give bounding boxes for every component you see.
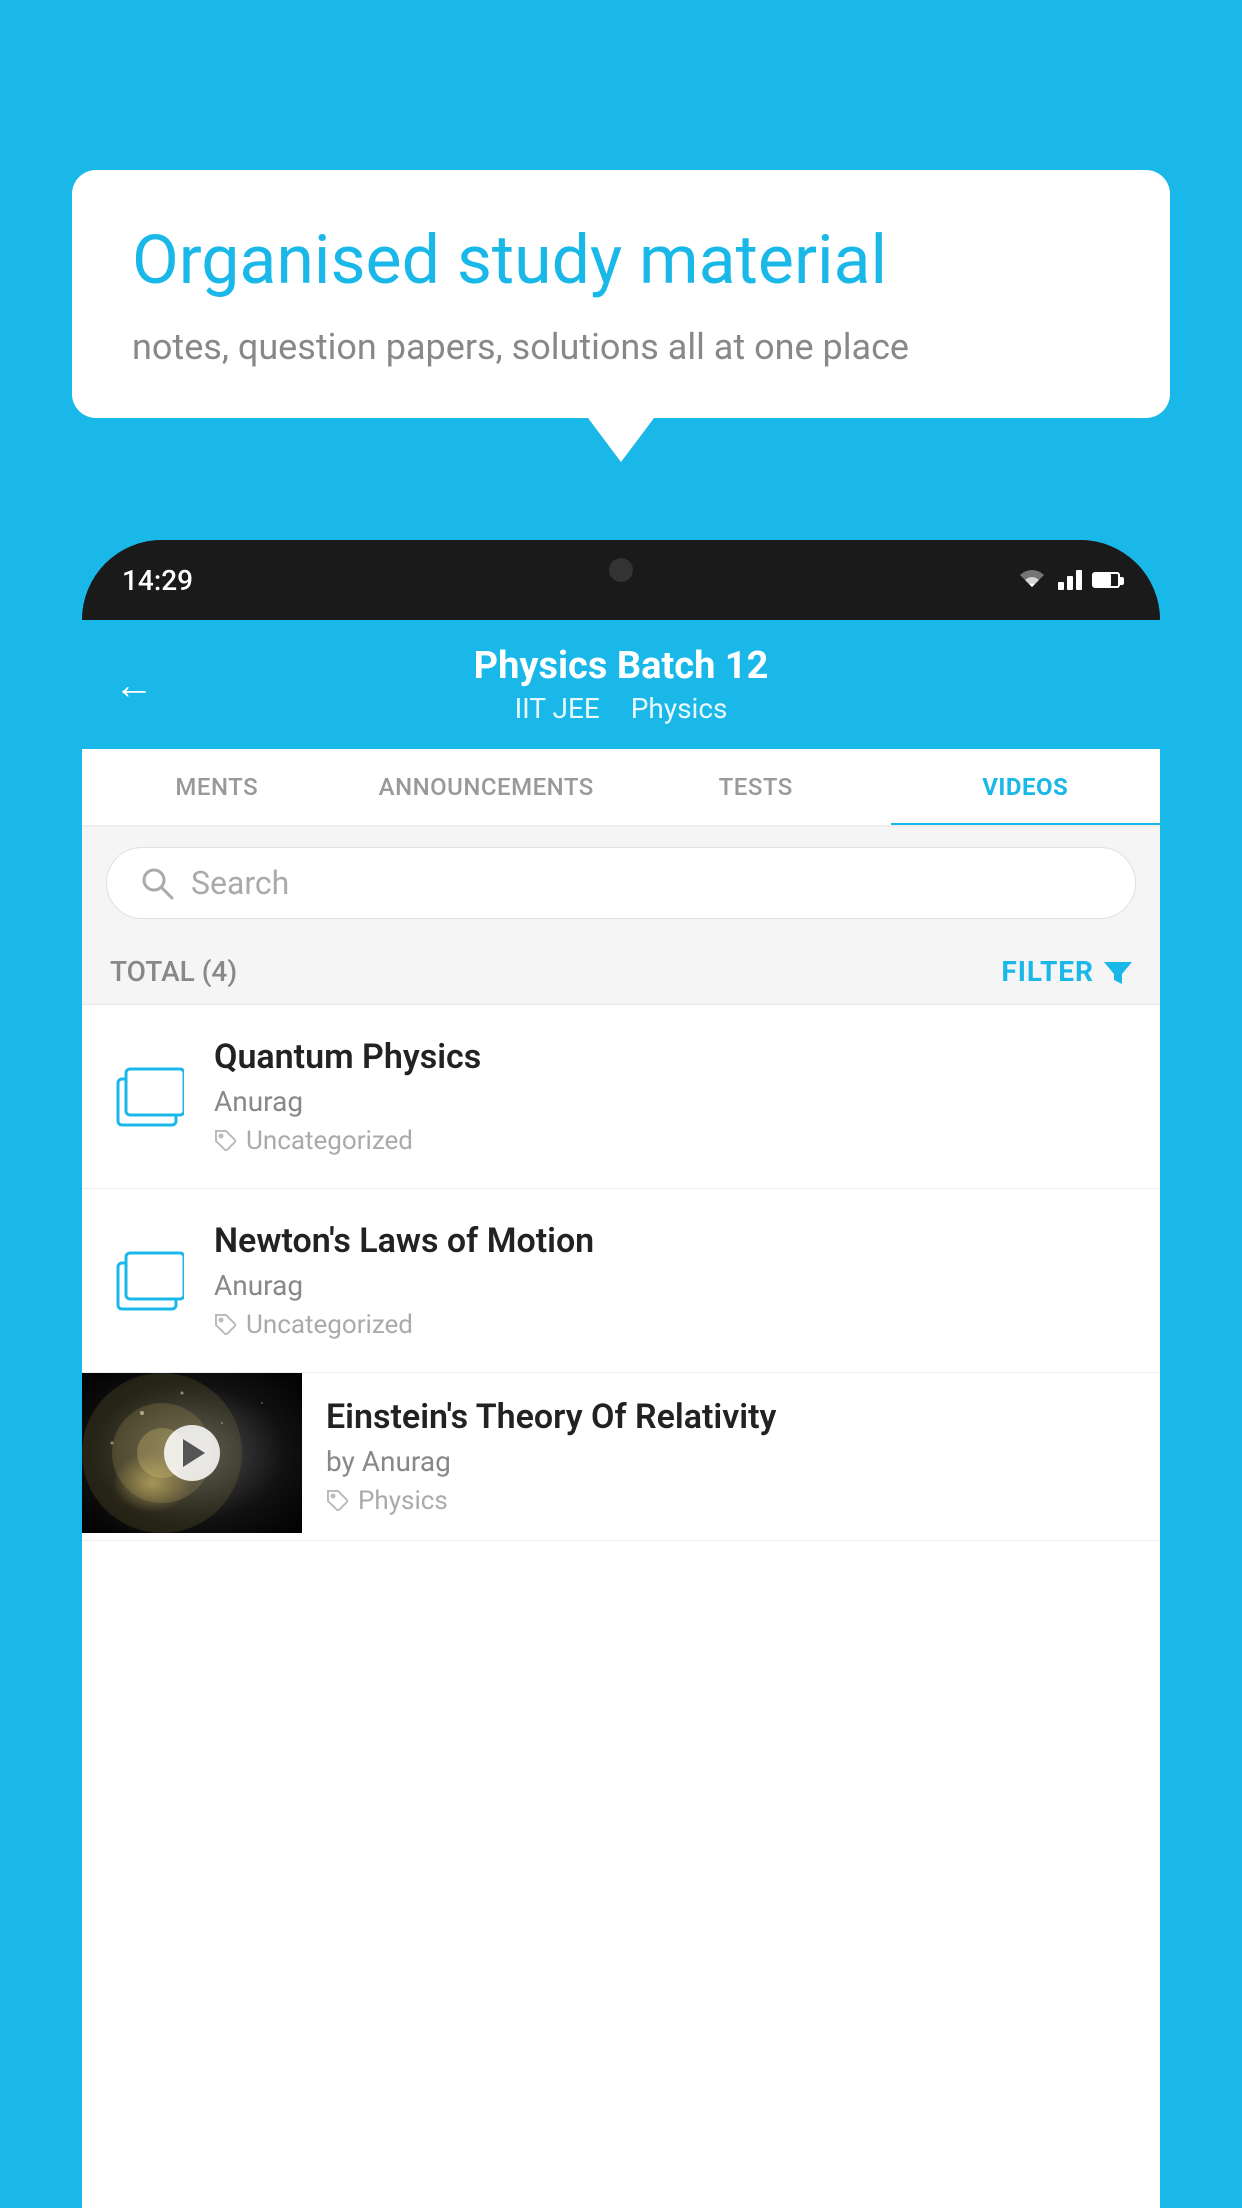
total-count: TOTAL (4) <box>110 955 237 988</box>
item-info-quantum: Quantum Physics Anurag Uncategorized <box>214 1037 1132 1156</box>
notch <box>541 540 701 600</box>
search-placeholder: Search <box>191 864 289 902</box>
tag-physics: Physics <box>631 692 728 725</box>
tab-tests[interactable]: TESTS <box>621 749 891 825</box>
tab-ments[interactable]: MENTS <box>82 749 352 825</box>
header-title: Physics Batch 12 <box>114 644 1128 688</box>
video-thumbnail-einstein <box>82 1373 302 1533</box>
battery-icon <box>1092 572 1120 588</box>
tag-label-quantum: Uncategorized <box>246 1126 413 1156</box>
speech-bubble-subtitle: notes, question papers, solutions all at… <box>132 326 1110 368</box>
video-info-einstein: Einstein's Theory Of Relativity by Anura… <box>302 1373 1160 1540</box>
item-info-newton: Newton's Laws of Motion Anurag Uncategor… <box>214 1221 1132 1340</box>
tab-bar: MENTS ANNOUNCEMENTS TESTS VIDEOS <box>82 749 1160 827</box>
camera-dot <box>609 558 633 582</box>
search-input-wrap[interactable]: Search <box>106 847 1136 919</box>
tag-icon-einstein <box>326 1489 350 1513</box>
list-item-newton[interactable]: Newton's Laws of Motion Anurag Uncategor… <box>82 1189 1160 1373</box>
status-bar: 14:29 <box>82 540 1160 620</box>
tag-icon-quantum <box>214 1129 238 1153</box>
filter-label: FILTER <box>1001 955 1094 988</box>
folder-icon-quantum <box>110 1065 190 1129</box>
wifi-icon <box>1016 569 1048 591</box>
speech-bubble-card: Organised study material notes, question… <box>72 170 1170 418</box>
tag-icon-newton <box>214 1313 238 1337</box>
status-time: 14:29 <box>122 564 193 597</box>
speech-bubble-title: Organised study material <box>132 220 1110 302</box>
app-header: ← Physics Batch 12 IIT JEE Physics <box>82 620 1160 749</box>
filter-icon <box>1104 958 1132 986</box>
content-list: Quantum Physics Anurag Uncategorized <box>82 1005 1160 2208</box>
folder-icon-newton <box>110 1249 190 1313</box>
tab-announcements[interactable]: ANNOUNCEMENTS <box>352 749 622 825</box>
tab-videos[interactable]: VIDEOS <box>891 749 1161 825</box>
list-item-quantum[interactable]: Quantum Physics Anurag Uncategorized <box>82 1005 1160 1189</box>
video-title-einstein: Einstein's Theory Of Relativity <box>326 1397 1136 1437</box>
filter-row: TOTAL (4) FILTER <box>82 939 1160 1005</box>
status-icons <box>1016 569 1120 591</box>
signal-icon <box>1058 570 1082 590</box>
header-subtitle: IIT JEE Physics <box>114 692 1128 725</box>
phone-screen: ← Physics Batch 12 IIT JEE Physics MENTS… <box>82 620 1160 2208</box>
item-tag-newton: Uncategorized <box>214 1310 1132 1340</box>
tag-iit-jee: IIT JEE <box>515 692 600 725</box>
back-button[interactable]: ← <box>114 661 154 708</box>
phone-frame: 14:29 ← Physic <box>82 540 1160 2208</box>
tag-label-newton: Uncategorized <box>246 1310 413 1340</box>
search-icon <box>139 865 175 901</box>
search-bar-container: Search <box>82 827 1160 939</box>
item-author-newton: Anurag <box>214 1269 1132 1302</box>
item-author-quantum: Anurag <box>214 1085 1132 1118</box>
video-tag-einstein: Physics <box>326 1486 1136 1516</box>
item-tag-quantum: Uncategorized <box>214 1126 1132 1156</box>
filter-button[interactable]: FILTER <box>1001 955 1132 988</box>
list-item-einstein[interactable]: Einstein's Theory Of Relativity by Anura… <box>82 1373 1160 1541</box>
play-button-einstein[interactable] <box>164 1425 220 1481</box>
item-title-quantum: Quantum Physics <box>214 1037 1132 1077</box>
tag-label-einstein: Physics <box>358 1486 448 1516</box>
video-author-einstein: by Anurag <box>326 1445 1136 1478</box>
item-title-newton: Newton's Laws of Motion <box>214 1221 1132 1261</box>
